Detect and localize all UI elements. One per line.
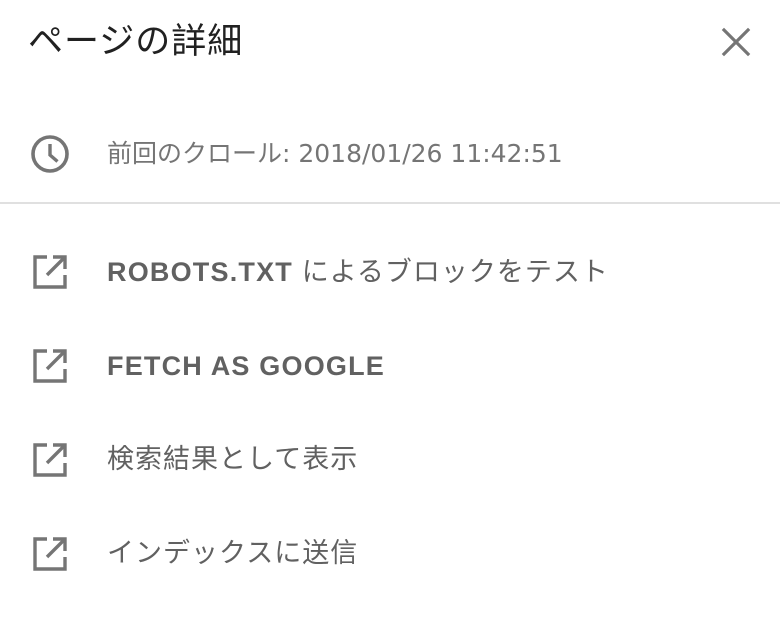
last-crawl-text: 前回のクロール: 2018/01/26 11:42:51 <box>107 139 563 168</box>
submit-to-index-link[interactable]: インデックスに送信 <box>0 522 780 586</box>
open-in-new-icon[interactable] <box>28 532 72 576</box>
open-in-new-icon[interactable] <box>28 438 72 482</box>
open-in-new-icon[interactable] <box>28 344 72 388</box>
divider <box>0 202 780 204</box>
view-as-search-result-label: 検索結果として表示 <box>107 444 359 475</box>
test-robots-txt-link[interactable]: ROBOTS.TXT によるブロックをテスト <box>0 240 780 304</box>
open-in-new-icon[interactable] <box>28 250 72 294</box>
fetch-as-google-label: FETCH AS GOOGLE <box>107 351 386 381</box>
blocking-test-text: によるブロックをテスト <box>301 257 609 288</box>
clock-icon <box>28 132 72 176</box>
view-as-search-result-link[interactable]: 検索結果として表示 <box>0 428 780 492</box>
robots-txt-text: ROBOTS.TXT <box>107 257 293 287</box>
submit-to-index-label: インデックスに送信 <box>107 538 359 569</box>
test-robots-txt-label: ROBOTS.TXT によるブロックをテスト <box>107 252 609 293</box>
last-crawl-row: 前回のクロール: 2018/01/26 11:42:51 <box>0 124 780 184</box>
page-details-panel: ページの詳細 前回のクロール: 2018/01/26 11:42:51 ROBO… <box>0 0 780 620</box>
close-button[interactable] <box>714 22 758 66</box>
close-icon[interactable] <box>721 27 751 61</box>
fetch-as-google-link[interactable]: FETCH AS GOOGLE <box>0 334 780 398</box>
page-title: ページの詳細 <box>28 22 244 62</box>
